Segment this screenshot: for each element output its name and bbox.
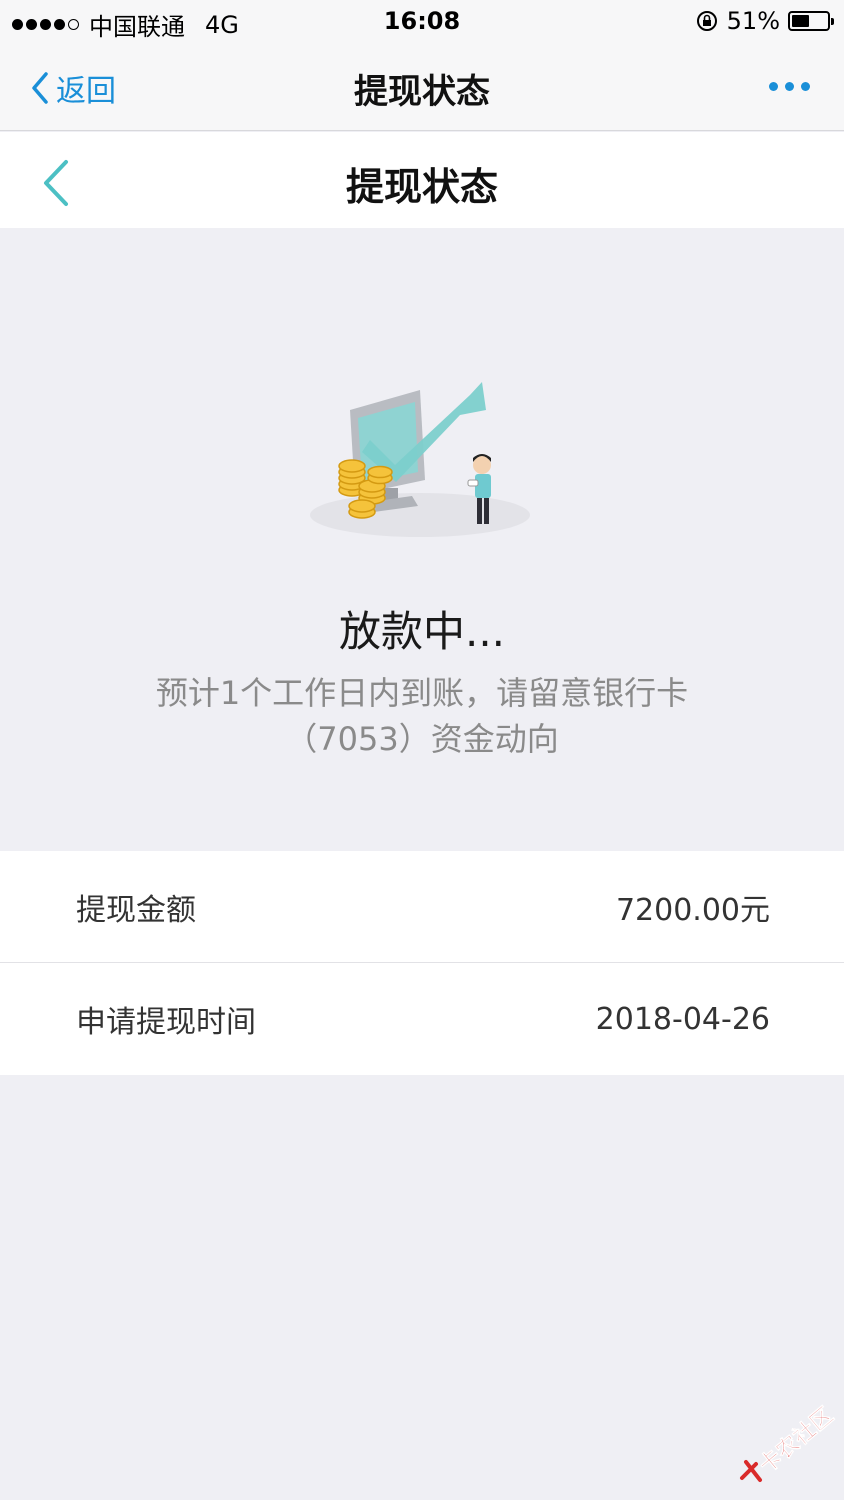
orientation-lock-icon [696, 11, 717, 31]
more-dots-icon[interactable] [769, 82, 810, 91]
watermark-text: 卡农社区 [754, 1402, 838, 1478]
detail-list: 提现金额 7200.00元 申请提现时间 2018-04-26 [0, 851, 844, 1075]
list-item: 申请提现时间 2018-04-26 [0, 963, 844, 1075]
detail-label: 提现金额 [76, 892, 196, 928]
battery-icon [788, 11, 834, 31]
detail-value: 7200.00元 [615, 892, 770, 928]
detail-value: 2018-04-26 [595, 1001, 770, 1037]
inner-nav-bar: 提现状态 [0, 132, 844, 228]
status-title: 放款中... [338, 607, 506, 656]
withdrawal-illustration [310, 382, 530, 537]
detail-label: 申请提现时间 [76, 1005, 256, 1040]
inner-page-title: 提现状态 [345, 165, 498, 209]
outer-nav-bar: 返回 提现状态 [0, 44, 844, 131]
status-description: 预计1个工作日内到账，请留意银行卡（7053）资金动向 [155, 674, 689, 758]
status-bar: 中国联通 4G 16:08 51% [0, 0, 844, 44]
watermark-logo: 卡农社区 [740, 1402, 839, 1482]
battery-percent: 51% [726, 7, 780, 35]
status-bar-right: 51% [695, 7, 834, 35]
list-item: 提现金额 7200.00元 [0, 851, 844, 963]
outer-page-title: 提现状态 [354, 72, 490, 112]
